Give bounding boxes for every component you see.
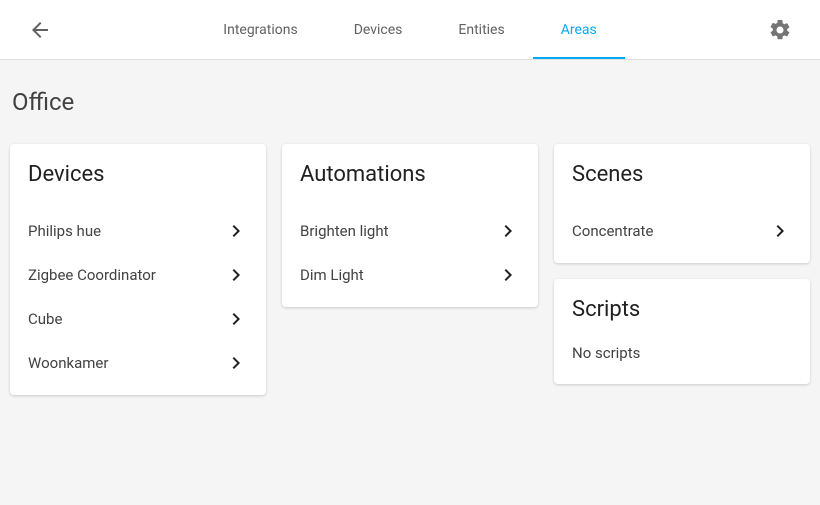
arrow-left-icon: [28, 18, 52, 42]
list-item[interactable]: Philips hue: [28, 209, 248, 253]
chevron-right-icon: [496, 219, 520, 243]
chevron-right-icon: [224, 351, 248, 375]
automations-card-title: Automations: [300, 162, 520, 187]
gear-icon: [768, 18, 792, 42]
list-item[interactable]: Zigbee Coordinator: [28, 253, 248, 297]
list-item-label: Concentrate: [572, 222, 653, 240]
tab-areas[interactable]: Areas: [533, 0, 625, 59]
chevron-right-icon: [224, 307, 248, 331]
list-item-label: Cube: [28, 310, 62, 328]
list-item[interactable]: Dim Light: [300, 253, 520, 297]
app-header: Integrations Devices Entities Areas: [0, 0, 820, 60]
scripts-card: Scripts No scripts: [554, 279, 810, 384]
devices-card: Devices Philips hue Zigbee Coordinator C…: [10, 144, 266, 395]
page-title: Office: [10, 60, 810, 144]
content-area: Office Devices Philips hue Zigbee Coordi…: [0, 60, 820, 505]
tab-entities[interactable]: Entities: [430, 0, 532, 59]
tab-bar: Integrations Devices Entities Areas: [0, 0, 820, 59]
back-button[interactable]: [20, 10, 60, 50]
tab-integrations[interactable]: Integrations: [195, 0, 325, 59]
cards-row: Devices Philips hue Zigbee Coordinator C…: [10, 144, 810, 395]
settings-button[interactable]: [760, 10, 800, 50]
chevron-right-icon: [496, 263, 520, 287]
list-item-label: Woonkamer: [28, 354, 108, 372]
devices-card-title: Devices: [28, 162, 248, 187]
list-item-label: Brighten light: [300, 222, 389, 240]
scenes-card: Scenes Concentrate: [554, 144, 810, 263]
tab-devices[interactable]: Devices: [326, 0, 431, 59]
list-item-label: Philips hue: [28, 222, 101, 240]
scripts-empty-text: No scripts: [572, 344, 792, 374]
scenes-card-title: Scenes: [572, 162, 792, 187]
list-item[interactable]: Concentrate: [572, 209, 792, 253]
chevron-right-icon: [224, 219, 248, 243]
list-item[interactable]: Brighten light: [300, 209, 520, 253]
scripts-card-title: Scripts: [572, 297, 792, 322]
chevron-right-icon: [768, 219, 792, 243]
list-item-label: Dim Light: [300, 266, 364, 284]
automations-card: Automations Brighten light Dim Light: [282, 144, 538, 307]
list-item[interactable]: Cube: [28, 297, 248, 341]
list-item-label: Zigbee Coordinator: [28, 266, 156, 284]
chevron-right-icon: [224, 263, 248, 287]
list-item[interactable]: Woonkamer: [28, 341, 248, 385]
